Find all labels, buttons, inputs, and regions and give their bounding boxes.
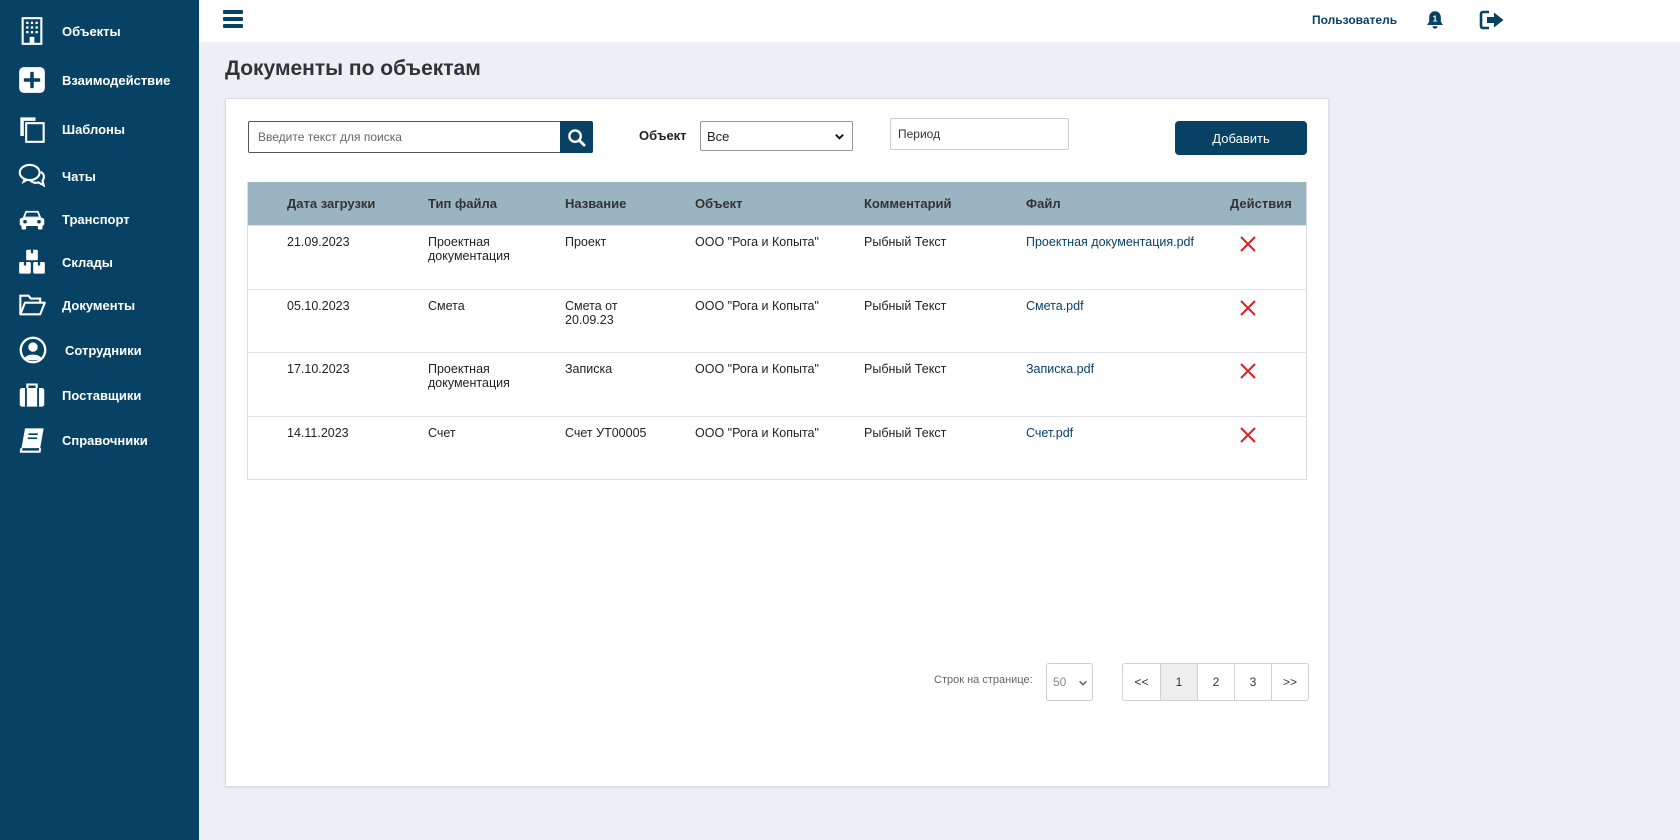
chevron-down-icon: [835, 134, 844, 140]
cell-date: 14.11.2023: [287, 425, 349, 440]
logout-icon[interactable]: [1479, 9, 1505, 31]
page-button-3[interactable]: 3: [1234, 664, 1271, 700]
user-circle-icon: [18, 335, 48, 365]
briefcase-icon: [17, 380, 47, 410]
cell-object: ООО "Рога и Копыта": [695, 362, 819, 376]
add-button[interactable]: Добавить: [1175, 121, 1307, 155]
sidebar-item-employees[interactable]: Сотрудники: [0, 330, 199, 370]
cell-type: Смета: [428, 298, 465, 313]
cell-name: Смета от 20.09.23: [565, 298, 618, 327]
cell-comment: Рыбный Текст: [864, 362, 947, 376]
sidebar-item-label: Поставщики: [62, 387, 142, 403]
sidebar-item-label: Чаты: [62, 168, 96, 184]
delete-icon[interactable]: [1239, 235, 1257, 253]
folder-open-icon: [17, 290, 47, 320]
cell-object: ООО "Рога и Копыта": [695, 298, 819, 313]
cell-object: ООО "Рога и Копыта": [695, 235, 819, 249]
sidebar-item-label: Справочники: [62, 432, 148, 448]
period-input[interactable]: [890, 118, 1069, 150]
table-row: 14.11.2023 Счет Счет УТ00005 ООО "Рога и…: [248, 415, 1306, 480]
cell-date: 05.10.2023: [287, 298, 350, 313]
sidebar-item-references[interactable]: Справочники: [0, 420, 199, 460]
cell-comment: Рыбный Текст: [864, 298, 947, 313]
building-icon: [17, 16, 47, 46]
table-row: 05.10.2023 Смета Смета от 20.09.23 ООО "Р…: [248, 288, 1306, 353]
sidebar-item-interaction[interactable]: Взаимодействие: [0, 60, 199, 100]
cell-name: Записка: [565, 362, 613, 376]
page-title: Документы по объектам: [225, 57, 481, 80]
table-row: 21.09.2023 Проектная документация Проект …: [248, 225, 1306, 289]
rows-per-page-select[interactable]: 50: [1046, 663, 1093, 701]
search-button[interactable]: [560, 121, 593, 153]
menu-icon[interactable]: [223, 10, 243, 30]
sidebar-item-label: Объекты: [62, 23, 121, 39]
sidebar-item-label: Шаблоны: [62, 121, 125, 137]
sidebar: Объекты Взаимодействие Шаблоны Чаты Тран…: [0, 0, 199, 840]
sidebar-item-chats[interactable]: Чаты: [0, 156, 199, 196]
object-select[interactable]: Все: [700, 121, 853, 151]
documents-card: Объект Все Добавить Дата загрузки Тип фа…: [225, 98, 1329, 787]
cell-object: ООО "Рога и Копыта": [695, 425, 819, 440]
bell-icon[interactable]: 1: [1425, 10, 1445, 30]
page-button-2[interactable]: 2: [1197, 664, 1234, 700]
user-menu-link[interactable]: Пользователь: [1312, 13, 1397, 27]
page-button-1[interactable]: 1: [1160, 664, 1197, 700]
object-filter-label: Объект: [639, 128, 687, 143]
cell-comment: Рыбный Текст: [864, 425, 947, 440]
car-icon: [17, 204, 47, 234]
rows-per-page-value: 50: [1053, 675, 1067, 689]
file-link[interactable]: Смета.pdf: [1026, 299, 1084, 313]
column-header-object[interactable]: Объект: [695, 196, 743, 211]
file-link[interactable]: Записка.pdf: [1026, 362, 1094, 376]
sidebar-item-label: Документы: [62, 297, 136, 313]
sidebar-item-warehouses[interactable]: Склады: [0, 242, 199, 282]
sidebar-item-label: Сотрудники: [65, 342, 142, 358]
last-page-button[interactable]: >>: [1271, 664, 1308, 700]
chevron-down-icon: [1079, 680, 1087, 686]
sidebar-item-templates[interactable]: Шаблоны: [0, 109, 199, 149]
column-header-date[interactable]: Дата загрузки: [287, 196, 375, 211]
sidebar-item-label: Взаимодействие: [62, 72, 171, 88]
delete-icon[interactable]: [1239, 362, 1257, 380]
column-header-actions: Действия: [1230, 196, 1292, 211]
cell-type: Проектная документация: [428, 235, 510, 263]
file-link[interactable]: Проектная документация.pdf: [1026, 235, 1194, 249]
boxes-icon: [17, 247, 47, 277]
first-page-button[interactable]: <<: [1123, 664, 1160, 700]
documents-table: Дата загрузки Тип файла Название Объект …: [247, 182, 1307, 480]
column-header-comment[interactable]: Комментарий: [864, 196, 952, 211]
sidebar-item-label: Транспорт: [62, 211, 130, 227]
cell-date: 17.10.2023: [287, 362, 350, 376]
topbar: Пользователь 1: [199, 0, 1680, 42]
cell-name: Проект: [565, 235, 607, 249]
sidebar-item-documents[interactable]: Документы: [0, 285, 199, 325]
file-link[interactable]: Счет.pdf: [1026, 426, 1073, 440]
sidebar-item-suppliers[interactable]: Поставщики: [0, 375, 199, 415]
table-row: 17.10.2023 Проектная документация Записка…: [248, 352, 1306, 416]
sidebar-item-objects[interactable]: Объекты: [0, 11, 199, 51]
rows-per-page-label: Строк на странице:: [934, 674, 1033, 686]
cell-type: Счет: [428, 425, 456, 440]
pagination: << 1 2 3 >>: [1122, 663, 1309, 701]
notification-count: 1: [1433, 14, 1438, 24]
copy-icon: [17, 114, 47, 144]
delete-icon[interactable]: [1239, 299, 1257, 317]
cell-date: 21.09.2023: [287, 235, 350, 249]
plus-square-icon: [17, 65, 47, 95]
column-header-name[interactable]: Название: [565, 196, 626, 211]
cell-comment: Рыбный Текст: [864, 235, 947, 249]
search-icon: [568, 128, 586, 147]
cell-name: Счет УТ00005: [565, 425, 647, 440]
book-icon: [17, 425, 47, 455]
table-header: Дата загрузки Тип файла Название Объект …: [248, 182, 1306, 225]
column-header-type[interactable]: Тип файла: [428, 196, 497, 211]
object-select-value: Все: [707, 128, 730, 144]
sidebar-item-transport[interactable]: Транспорт: [0, 199, 199, 239]
delete-icon[interactable]: [1239, 426, 1257, 444]
column-header-file[interactable]: Файл: [1026, 196, 1061, 211]
chat-icon: [17, 161, 47, 191]
sidebar-item-label: Склады: [62, 254, 113, 270]
cell-type: Проектная документация: [428, 362, 510, 390]
search-input[interactable]: [248, 121, 563, 153]
